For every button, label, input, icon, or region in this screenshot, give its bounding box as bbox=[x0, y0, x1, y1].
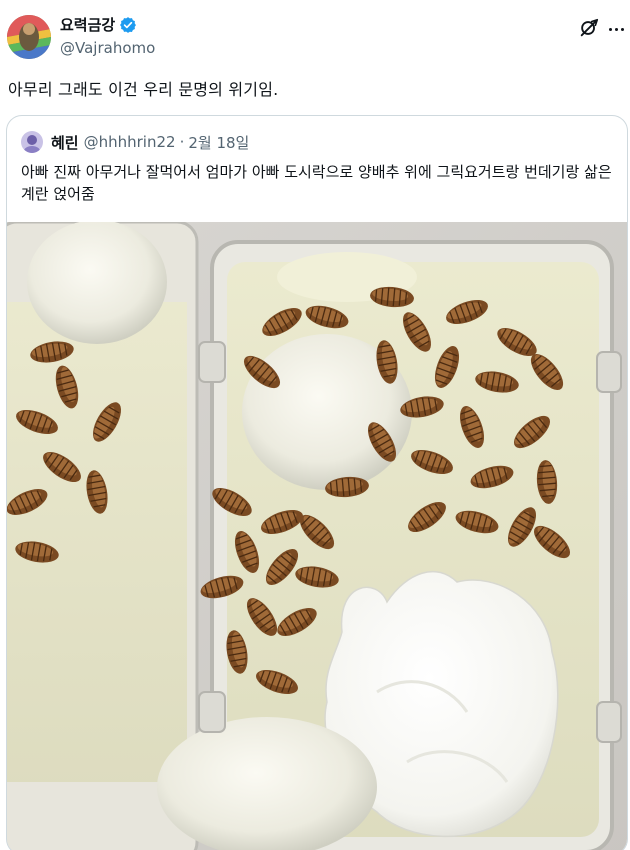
author-name-row: 요력금강 bbox=[60, 14, 137, 35]
more-options-icon[interactable] bbox=[605, 18, 627, 40]
quoted-post-separator: · bbox=[179, 133, 185, 151]
quoted-post[interactable]: 혜린 @hhhhrin22 · 2월 18일 아빠 진짜 아무거나 잘먹어서 엄… bbox=[6, 115, 628, 850]
quoted-author-display-name[interactable]: 혜린 bbox=[51, 132, 79, 153]
post-header: 요력금강 @Vajrahomo bbox=[0, 0, 630, 70]
quoted-author-avatar[interactable] bbox=[21, 131, 43, 153]
author-handle[interactable]: @Vajrahomo bbox=[60, 39, 155, 57]
quoted-post-header: 혜린 @hhhhrin22 · 2월 18일 bbox=[21, 130, 249, 154]
quoted-author-handle[interactable]: @hhhhrin22 bbox=[84, 133, 176, 151]
verified-badge-icon bbox=[120, 16, 137, 33]
grok-icon[interactable] bbox=[578, 17, 600, 39]
quoted-post-text: 아빠 진짜 아무거나 잘먹어서 엄마가 아빠 도시락으로 양배추 위에 그릭요거… bbox=[21, 163, 612, 203]
quoted-post-photo[interactable] bbox=[7, 222, 628, 850]
author-display-name[interactable]: 요력금강 bbox=[60, 14, 115, 35]
quoted-post-date[interactable]: 2월 18일 bbox=[188, 132, 249, 153]
author-avatar[interactable] bbox=[7, 15, 51, 59]
post-text: 아무리 그래도 이건 우리 문명의 위기임. bbox=[8, 80, 279, 99]
